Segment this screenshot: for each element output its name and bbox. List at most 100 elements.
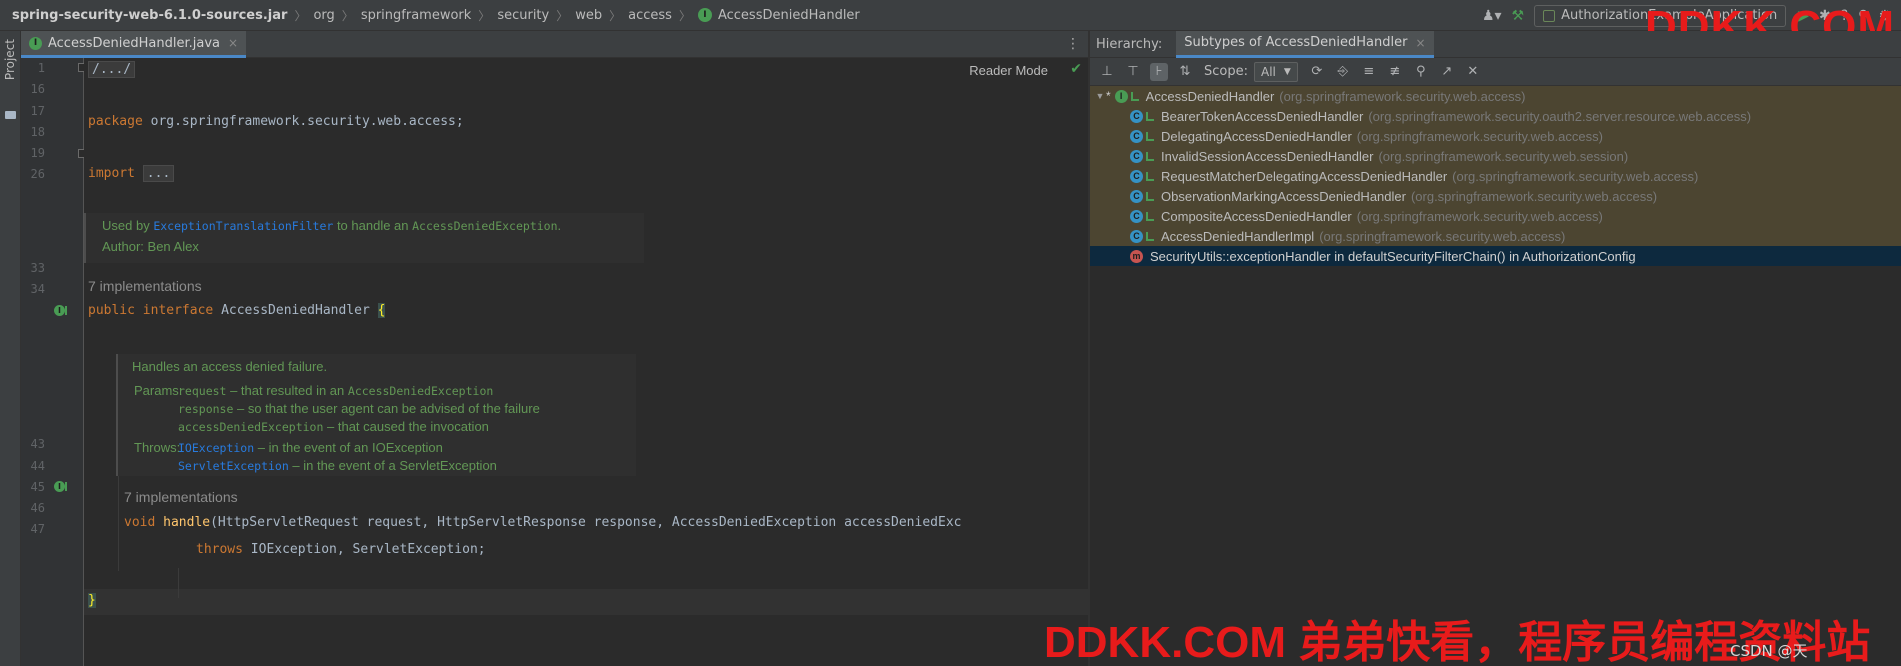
tree-node-name: InvalidSessionAccessDeniedHandler	[1161, 148, 1374, 164]
export-icon[interactable]: ↗	[1438, 63, 1456, 81]
chevron-right-icon: 〉	[556, 8, 569, 23]
more-options-icon[interactable]: ⋮	[1066, 36, 1080, 52]
tree-node-child[interactable]: C RequestMatcherDelegatingAccessDeniedHa…	[1090, 166, 1901, 186]
current-line-highlight	[84, 589, 1088, 615]
project-tool-window-tab[interactable]: Project	[3, 39, 17, 80]
tree-node-package: (org.springframework.security.web.access…	[1319, 228, 1566, 244]
subtypes-hierarchy-icon[interactable]: ⊦	[1150, 62, 1168, 81]
public-visibility-icon	[1146, 111, 1154, 121]
tree-node-name: BearerTokenAccessDeniedHandler	[1161, 108, 1364, 124]
editor-tab-accessdeniedhandler[interactable]: I AccessDeniedHandler.java ×	[21, 31, 247, 58]
hierarchy-tab-label: Subtypes of AccessDeniedHandler	[1184, 35, 1408, 50]
implementations-arrow-icon[interactable]	[65, 306, 70, 315]
method-implementations-hint[interactable]: 7 implementations	[124, 489, 238, 505]
breadcrumb-item-access[interactable]: access	[628, 8, 672, 23]
tree-node-child[interactable]: C ObservationMarkingAccessDeniedHandler …	[1090, 186, 1901, 206]
javadoc-summary: Handles an access denied failure.	[132, 359, 328, 374]
scope-dropdown[interactable]: All ▼	[1253, 61, 1298, 82]
implementations-arrow-icon[interactable]	[65, 482, 70, 491]
breadcrumb-item-org[interactable]: org	[313, 8, 334, 23]
code-line-1: /.../	[88, 61, 136, 78]
user-icon[interactable]: ♟▾	[1482, 8, 1502, 24]
close-icon[interactable]: ✕	[1464, 63, 1482, 81]
param-desc: – so that the user agent can be advised …	[233, 401, 540, 416]
implemented-interface-icon[interactable]: I	[54, 305, 65, 316]
javadoc-throws-label: Throws:	[134, 440, 181, 455]
breadcrumb-item-web[interactable]: web	[575, 8, 602, 23]
tree-node-child[interactable]: C DelegatingAccessDeniedHandler (org.spr…	[1090, 126, 1901, 146]
expand-all-icon[interactable]: ≡	[1360, 63, 1378, 81]
inspection-ok-icon[interactable]: ✔	[1070, 61, 1082, 77]
code-line-33: public interface AccessDeniedHandler {	[88, 303, 386, 318]
chevron-down-icon[interactable]: ▼	[1094, 91, 1106, 101]
editor-tab-label: AccessDeniedHandler.java	[48, 35, 220, 51]
breadcrumb-item-class[interactable]: AccessDeniedHandler	[718, 8, 860, 23]
breadcrumb-item-jar[interactable]: spring-security-web-6.1.0-sources.jar	[12, 8, 287, 23]
hierarchy-tree: ▼ * I AccessDeniedHandler (org.springfra…	[1090, 86, 1901, 666]
method-name: handle	[163, 515, 211, 530]
class-javadoc: Used by ExceptionTranslationFilter to ha…	[84, 213, 644, 263]
public-visibility-icon	[1130, 91, 1139, 101]
chevron-down-icon: ▼	[1283, 66, 1291, 77]
tree-node-root[interactable]: ▼ * I AccessDeniedHandler (org.springfra…	[1090, 86, 1901, 106]
navigation-bar: spring-security-web-6.1.0-sources.jar 〉 …	[0, 0, 1901, 31]
refresh-icon[interactable]: ⟳	[1308, 63, 1326, 81]
folded-header[interactable]: /.../	[88, 61, 136, 78]
interface-icon: I	[29, 36, 42, 50]
throws-list: IOException, ServletException;	[242, 542, 486, 557]
javadoc-throws-ioexception: IOException – in the event of an IOExcep…	[178, 440, 443, 455]
tree-node-child[interactable]: C InvalidSessionAccessDeniedHandler (org…	[1090, 146, 1901, 166]
supertypes-hierarchy-icon[interactable]: ⊤	[1124, 63, 1142, 81]
sort-alphabetically-icon[interactable]: ⇅	[1176, 63, 1194, 81]
interface-icon: I	[1114, 89, 1128, 103]
tree-node-child[interactable]: C AccessDeniedHandlerImpl (org.springfra…	[1090, 226, 1901, 246]
editor-gutter: 1 16 17 18 19 26 33 34 43 44 45 46 47 I …	[21, 58, 84, 666]
scope-value: All	[1260, 64, 1276, 79]
tree-node-child[interactable]: C CompositeAccessDeniedHandler (org.spri…	[1090, 206, 1901, 226]
set-base-icon[interactable]: ⎆	[1334, 63, 1352, 81]
tree-node-name: DelegatingAccessDeniedHandler	[1161, 128, 1352, 144]
tree-node-name: AccessDeniedHandler	[1145, 88, 1275, 104]
line-number: 44	[30, 459, 45, 473]
collapse-all-icon[interactable]: ≢	[1386, 63, 1404, 81]
open-brace: {	[377, 303, 386, 318]
tree-node-child[interactable]: C BearerTokenAccessDeniedHandler (org.sp…	[1090, 106, 1901, 126]
javadoc-code: AccessDeniedException	[412, 219, 558, 233]
breadcrumb-item-springframework[interactable]: springframework	[361, 8, 471, 23]
line-number: 33	[30, 261, 45, 275]
keyword-interface: interface	[142, 303, 214, 318]
class-implementations-hint[interactable]: 7 implementations	[88, 278, 202, 294]
code-editor[interactable]: Reader Mode ✔ /.../ package org.springfr…	[84, 58, 1088, 666]
tree-node-name: AccessDeniedHandlerImpl	[1161, 228, 1315, 244]
code-line-17: package org.springframework.security.web…	[88, 114, 464, 129]
reader-mode-button[interactable]: Reader Mode	[969, 63, 1048, 78]
pin-icon[interactable]: ⚲	[1412, 63, 1430, 81]
breadcrumb-item-security[interactable]: security	[497, 8, 549, 23]
tree-node-package: (org.springframework.security.web.access…	[1279, 88, 1526, 104]
class-icon: C	[1130, 129, 1143, 143]
javadoc-used-by: Used by ExceptionTranslationFilter to ha…	[102, 218, 561, 233]
type-hierarchy-icon[interactable]: ⊥	[1098, 63, 1116, 81]
param-name: request	[178, 384, 227, 398]
hammer-build-icon[interactable]: ⚒	[1512, 8, 1525, 24]
implemented-method-icon[interactable]: I	[54, 481, 65, 492]
keyword-import: import	[88, 166, 135, 181]
throws-link[interactable]: IOException	[178, 441, 254, 455]
line-number: 47	[30, 522, 45, 536]
javadoc-throws-servletexception: ServletException – in the event of a Ser…	[178, 458, 497, 473]
close-icon[interactable]: ×	[1415, 36, 1425, 50]
close-brace: }	[88, 593, 96, 608]
folded-imports[interactable]: ...	[142, 165, 175, 182]
javadoc-params-label: Params:	[134, 383, 183, 398]
line-number: 43	[30, 437, 45, 451]
throws-link[interactable]: ServletException	[178, 459, 289, 473]
code-line-46: }	[88, 593, 96, 608]
javadoc-link[interactable]: ExceptionTranslationFilter	[153, 219, 333, 233]
close-icon[interactable]: ×	[228, 36, 238, 50]
interface-icon: I	[697, 8, 712, 22]
param-type: AccessDeniedException	[347, 384, 494, 398]
scope-label: Scope:	[1204, 64, 1248, 79]
chevron-right-icon: 〉	[609, 8, 622, 23]
hierarchy-tab-subtypes[interactable]: Subtypes of AccessDeniedHandler ×	[1176, 30, 1434, 58]
tree-node-lambda[interactable]: m SecurityUtils::exceptionHandler in def…	[1090, 246, 1901, 266]
